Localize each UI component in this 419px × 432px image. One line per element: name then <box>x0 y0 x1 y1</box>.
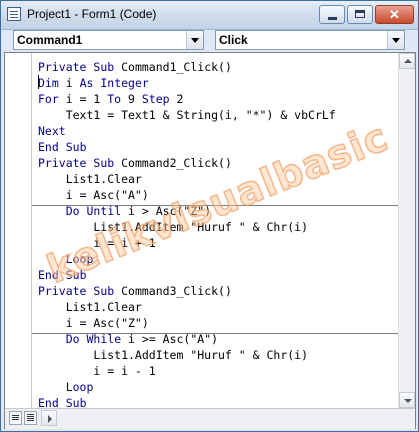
horizontal-scrollbar[interactable] <box>41 410 413 427</box>
code-window: Project1 - Form1 (Code) ✕ Command1 Click… <box>0 0 419 432</box>
full-module-view-icon[interactable] <box>24 411 37 425</box>
code-line[interactable]: End Sub <box>38 139 87 155</box>
scroll-right-icon[interactable] <box>41 410 57 426</box>
procedure-separator <box>32 205 398 206</box>
code-line[interactable]: Private Sub Command3_Click() <box>38 283 232 299</box>
object-combo[interactable]: Command1 <box>13 30 204 50</box>
code-line[interactable]: End Sub <box>38 395 87 408</box>
close-icon: ✕ <box>389 7 400 22</box>
code-line[interactable]: List1.AddItem "Huruf " & Chr(i) <box>38 219 308 235</box>
object-combo-value: Command1 <box>17 33 83 47</box>
close-button[interactable]: ✕ <box>375 5 414 24</box>
chevron-down-icon[interactable] <box>186 31 203 49</box>
code-line[interactable]: Private Sub Command2_Click() <box>38 155 232 171</box>
procedure-combo-value: Click <box>219 33 248 47</box>
scroll-down-icon[interactable] <box>399 392 415 408</box>
code-line[interactable]: i = i + 1 <box>38 235 155 251</box>
code-line[interactable]: i = Asc("Z") <box>38 315 149 331</box>
code-margin[interactable] <box>5 53 32 408</box>
scroll-up-icon[interactable] <box>399 53 415 69</box>
procedure-view-icon[interactable] <box>9 411 22 425</box>
window-title: Project1 - Form1 (Code) <box>27 7 157 21</box>
vertical-scrollbar[interactable] <box>398 53 415 408</box>
text-caret <box>38 75 39 89</box>
code-line[interactable]: End Sub <box>38 267 87 283</box>
maximize-button[interactable] <box>347 5 373 24</box>
code-line[interactable]: i = i - 1 <box>38 363 155 379</box>
code-editor[interactable]: Private Sub Command1_Click() Dim i As Int… <box>32 53 398 408</box>
code-line[interactable]: Dim i As Integer <box>38 75 149 91</box>
code-line[interactable]: Loop <box>38 251 94 267</box>
minimize-button[interactable] <box>319 5 345 24</box>
code-line[interactable]: Text1 = Text1 & String(i, "*") & vbCrLf <box>38 107 336 123</box>
code-line[interactable]: List1.Clear <box>38 299 142 315</box>
chevron-down-icon[interactable] <box>387 31 404 49</box>
code-line[interactable]: Loop <box>38 379 94 395</box>
code-line[interactable]: List1.Clear <box>38 171 142 187</box>
code-line[interactable]: For i = 1 To 9 Step 2 <box>38 91 183 107</box>
code-pane[interactable]: Private Sub Command1_Click() Dim i As Int… <box>4 52 416 429</box>
procedure-combo[interactable]: Click <box>215 30 405 50</box>
procedure-separator <box>32 333 398 334</box>
code-line[interactable]: i = Asc("A") <box>38 187 149 203</box>
bottom-bar <box>5 408 415 429</box>
code-line[interactable]: List1.AddItem "Huruf " & Chr(i) <box>38 347 308 363</box>
code-line[interactable]: Private Sub Command1_Click() <box>38 59 232 75</box>
code-line[interactable]: Next <box>38 123 66 139</box>
code-window-icon <box>7 7 21 21</box>
title-bar[interactable]: Project1 - Form1 (Code) ✕ <box>1 1 418 30</box>
